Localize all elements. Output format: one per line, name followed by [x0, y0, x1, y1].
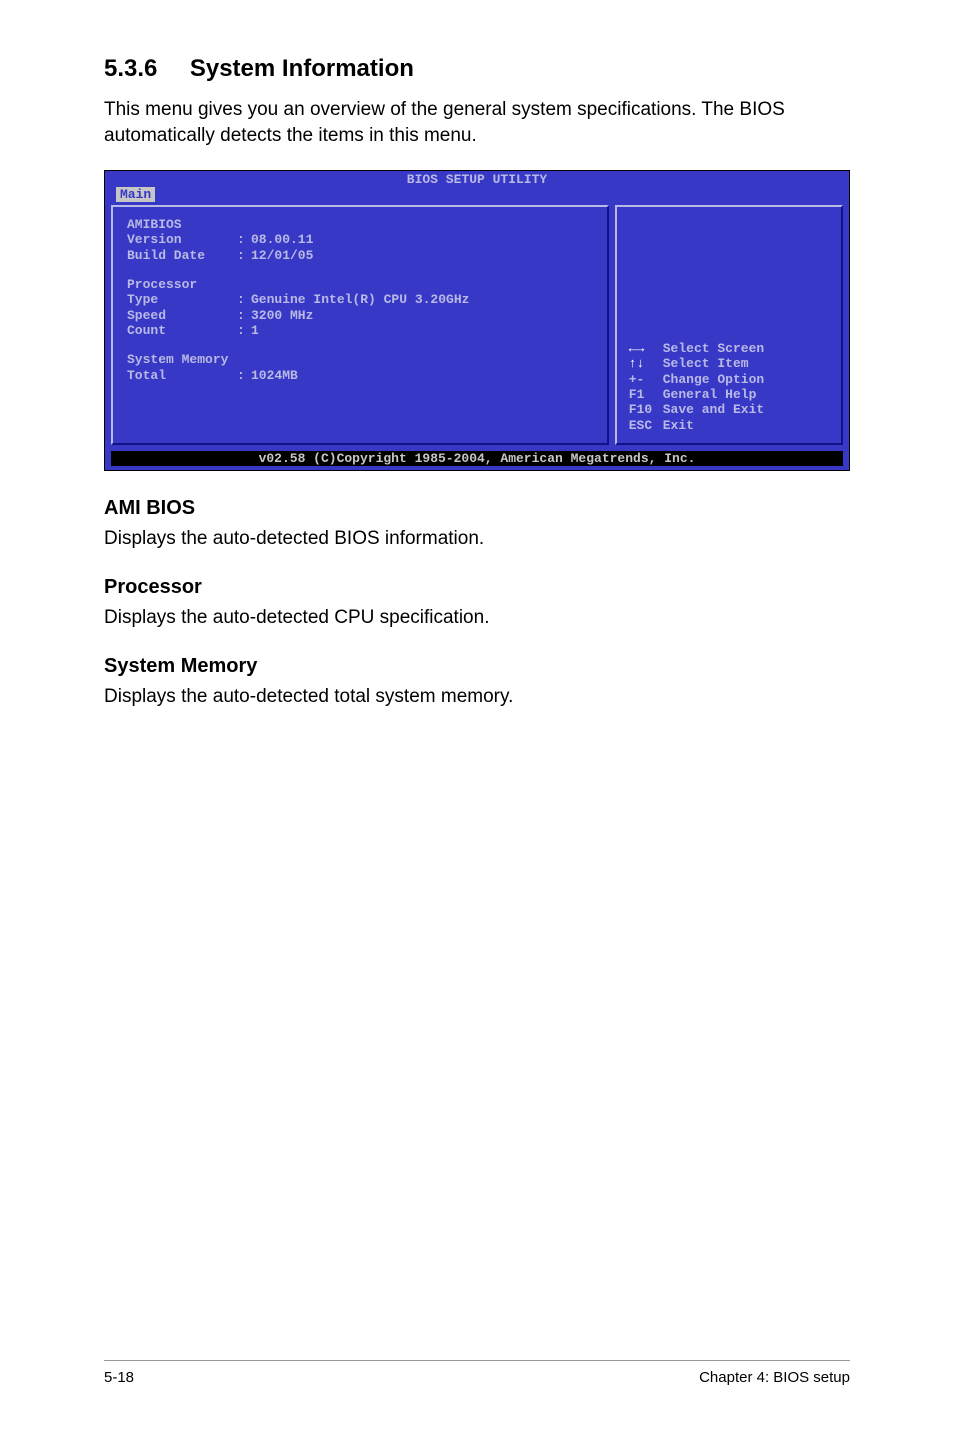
- section-number: 5.3.6: [104, 55, 157, 83]
- help-exit-key: ESC: [629, 418, 663, 433]
- bios-tab-row: Main: [105, 186, 849, 203]
- colon: :: [237, 248, 251, 263]
- bios-tab-main: Main: [115, 186, 156, 203]
- colon: :: [237, 323, 251, 338]
- amibios-version-row: Version : 08.00.11: [127, 232, 595, 247]
- page-number: 5-18: [104, 1369, 134, 1386]
- intro-paragraph: This menu gives you an overview of the g…: [104, 97, 850, 148]
- bios-setup-screenshot: BIOS SETUP UTILITY Main AMIBIOS Version …: [104, 170, 850, 471]
- page-footer: 5-18 Chapter 4: BIOS setup: [104, 1360, 850, 1386]
- help-change-option: +- Change Option: [629, 372, 829, 387]
- processor-count-row: Count : 1: [127, 323, 595, 338]
- bios-help-list: ←→ Select Screen ↑↓ Select Item +- Chang…: [629, 341, 829, 433]
- help-change-option-text: Change Option: [663, 372, 829, 387]
- memory-header: System Memory: [127, 352, 595, 367]
- help-save-exit-text: Save and Exit: [663, 402, 829, 417]
- arrow-left-right-icon: ←→: [629, 341, 663, 356]
- processor-type-row: Type : Genuine Intel(R) CPU 3.20GHz: [127, 292, 595, 307]
- bios-footer: v02.58 (C)Copyright 1985-2004, American …: [111, 451, 843, 466]
- help-select-screen-text: Select Screen: [663, 341, 829, 356]
- help-change-option-key: +-: [629, 372, 663, 387]
- subtext-amibios: Displays the auto-detected BIOS informat…: [104, 526, 850, 552]
- processor-speed-value: 3200 MHz: [251, 308, 595, 323]
- processor-count-value: 1: [251, 323, 595, 338]
- help-save-exit: F10 Save and Exit: [629, 402, 829, 417]
- help-select-item: ↑↓ Select Item: [629, 356, 829, 371]
- help-select-item-text: Select Item: [663, 356, 829, 371]
- amibios-builddate-row: Build Date : 12/01/05: [127, 248, 595, 263]
- subhead-memory: System Memory: [104, 655, 850, 678]
- help-select-screen: ←→ Select Screen: [629, 341, 829, 356]
- colon: :: [237, 292, 251, 307]
- memory-total-row: Total : 1024MB: [127, 368, 595, 383]
- colon: :: [237, 368, 251, 383]
- arrow-up-down-icon: ↑↓: [629, 356, 663, 371]
- help-exit: ESC Exit: [629, 418, 829, 433]
- help-save-exit-key: F10: [629, 402, 663, 417]
- processor-header: Processor: [127, 277, 595, 292]
- amibios-version-label: Version: [127, 232, 237, 247]
- processor-speed-label: Speed: [127, 308, 237, 323]
- processor-count-label: Count: [127, 323, 237, 338]
- amibios-builddate-label: Build Date: [127, 248, 237, 263]
- amibios-header: AMIBIOS: [127, 217, 595, 232]
- help-exit-text: Exit: [663, 418, 829, 433]
- memory-total-label: Total: [127, 368, 237, 383]
- section-title: System Information: [190, 55, 414, 83]
- amibios-builddate-value: 12/01/05: [251, 248, 595, 263]
- heading-row: 5.3.6 System Information: [104, 55, 850, 83]
- subhead-processor: Processor: [104, 576, 850, 599]
- memory-total-value: 1024MB: [251, 368, 595, 383]
- colon: :: [237, 232, 251, 247]
- help-general-help-text: General Help: [663, 387, 829, 402]
- help-general-help: F1 General Help: [629, 387, 829, 402]
- subtext-processor: Displays the auto-detected CPU specifica…: [104, 605, 850, 631]
- help-general-help-key: F1: [629, 387, 663, 402]
- chapter-label: Chapter 4: BIOS setup: [699, 1369, 850, 1386]
- subtext-memory: Displays the auto-detected total system …: [104, 684, 850, 710]
- bios-right-panel: ←→ Select Screen ↑↓ Select Item +- Chang…: [615, 205, 843, 445]
- processor-type-label: Type: [127, 292, 237, 307]
- processor-type-value: Genuine Intel(R) CPU 3.20GHz: [251, 292, 595, 307]
- bios-left-panel: AMIBIOS Version : 08.00.11 Build Date : …: [111, 205, 609, 445]
- subhead-amibios: AMI BIOS: [104, 497, 850, 520]
- amibios-version-value: 08.00.11: [251, 232, 595, 247]
- processor-speed-row: Speed : 3200 MHz: [127, 308, 595, 323]
- colon: :: [237, 308, 251, 323]
